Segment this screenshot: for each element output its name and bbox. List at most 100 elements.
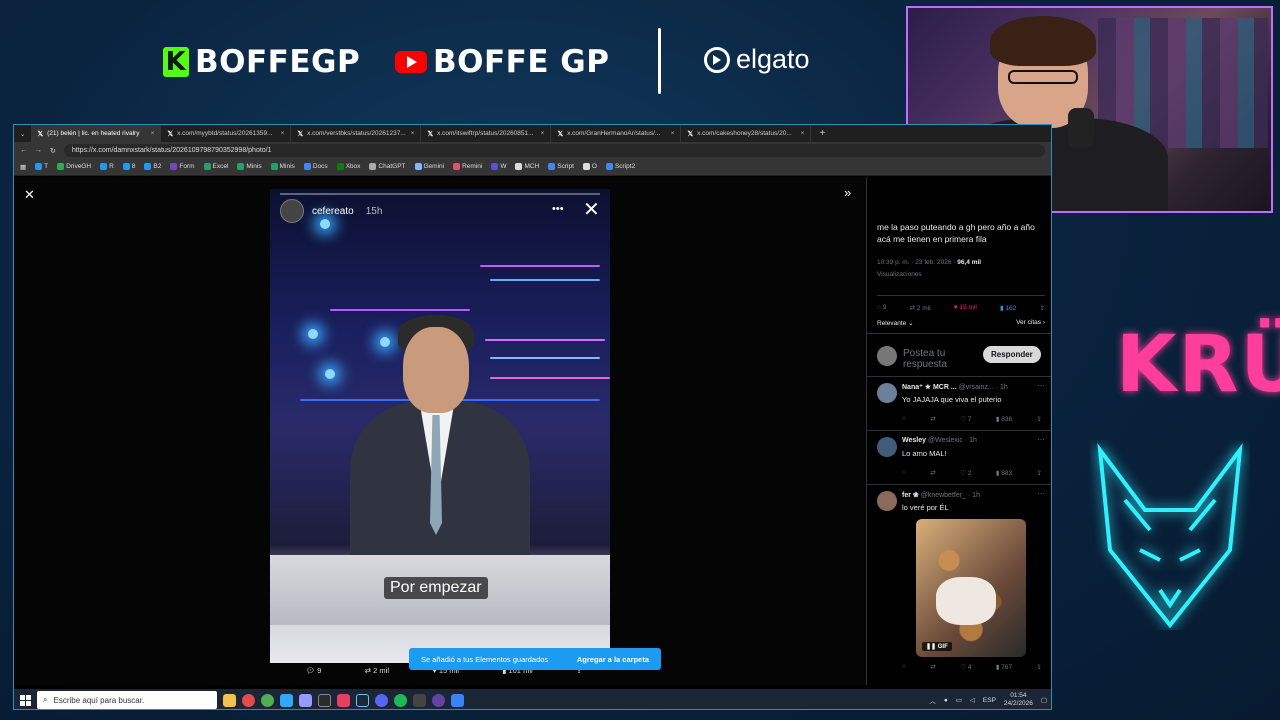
like-action[interactable]: ♡ 7	[960, 415, 971, 423]
close-icon[interactable]: ×	[411, 130, 415, 137]
close-viewer-icon[interactable]: ✕	[24, 187, 35, 203]
share-icon[interactable]: ⇪	[1037, 415, 1042, 423]
tab-3[interactable]: 𝕏x.com/itswiftrp/status/20260851... ×	[421, 125, 552, 142]
app-icon[interactable]	[318, 693, 331, 707]
avatar[interactable]	[877, 437, 897, 457]
share-icon[interactable]: ⇪	[1040, 304, 1045, 312]
like-count[interactable]: ♥ 15 mil	[954, 304, 977, 312]
reply-icon[interactable]: ○	[902, 663, 906, 671]
file-explorer-icon[interactable]	[223, 693, 236, 707]
forward-icon[interactable]: →	[35, 147, 42, 154]
bookmark-item[interactable]: Script	[548, 163, 574, 171]
discord-icon[interactable]	[375, 693, 388, 707]
bookmark-item[interactable]: Xbox	[336, 163, 360, 171]
share-icon[interactable]: ⇪	[1037, 663, 1042, 671]
bookmark-item[interactable]: Excel	[203, 163, 228, 171]
microphone-icon[interactable]: ●	[944, 697, 948, 704]
recorder-app-icon[interactable]	[242, 693, 255, 707]
bookmark-item[interactable]: R	[100, 163, 114, 171]
more-options-icon[interactable]: ···	[1037, 435, 1045, 444]
bookmark-item[interactable]: O	[582, 163, 597, 171]
reply-item[interactable]: Wesley @Weslexic · 1h ··· Lo amo MAL! ○ …	[867, 431, 1051, 485]
view-quotes-link[interactable]: Ver citas ›	[1016, 319, 1045, 327]
reply-input[interactable]: Postea tu respuesta	[903, 348, 963, 370]
bookmark-item[interactable]: Script2	[605, 163, 635, 171]
apps-grid-icon[interactable]: ▦	[20, 163, 26, 171]
close-icon[interactable]: ×	[671, 130, 675, 137]
avatar[interactable]	[280, 199, 304, 223]
share-icon[interactable]: ⇪	[1037, 469, 1042, 477]
taskbar-search-input[interactable]: ⌕ Escribe aquí para buscar.	[37, 691, 217, 709]
bookmark-item[interactable]: 8	[122, 163, 135, 171]
sort-dropdown[interactable]: Relevante ⌄	[877, 319, 914, 327]
back-icon[interactable]: ←	[20, 147, 27, 154]
repost-action[interactable]: ⇄ 2 mil	[365, 666, 389, 675]
reply-count[interactable]: ○ 9	[877, 304, 886, 312]
app-icon[interactable]	[413, 693, 426, 707]
reply-button[interactable]: Responder	[983, 346, 1041, 363]
obs-icon[interactable]	[432, 693, 445, 707]
avatar[interactable]	[877, 491, 897, 511]
volume-icon[interactable]: ◁	[970, 696, 975, 704]
spotify-icon[interactable]	[394, 693, 407, 707]
views-action[interactable]: ▮ 883	[996, 469, 1012, 477]
repost-icon[interactable]: ⇄	[930, 663, 935, 671]
repost-count[interactable]: ⇄ 2 mil	[910, 304, 931, 312]
notification-icon[interactable]: ▢	[1041, 696, 1047, 704]
reply-action[interactable]: 💬︎ 9	[306, 666, 322, 675]
language-indicator[interactable]: ESP	[983, 697, 996, 704]
more-options-icon[interactable]: ···	[1037, 489, 1045, 498]
tab-0[interactable]: 𝕏 (21) belén | lic. en heated rivalry ×	[31, 125, 162, 142]
bookmark-item[interactable]: Form	[170, 163, 195, 171]
views-action[interactable]: ▮ 836	[996, 415, 1012, 423]
close-icon[interactable]: ×	[801, 130, 805, 137]
bookmark-item[interactable]: T	[35, 163, 48, 171]
bookmark-item[interactable]: B2	[144, 163, 161, 171]
reply-item[interactable]: Nana⁺ ★ MCR ... @vrsainz... · 1h ··· Yo …	[867, 377, 1051, 431]
tab-5[interactable]: 𝕏x.com/cakeshoney28/status/20... ×	[681, 125, 812, 142]
bookmark-item[interactable]: DriveGH	[57, 163, 91, 171]
app-icon[interactable]	[451, 693, 464, 707]
close-icon[interactable]: ✕	[583, 197, 600, 222]
tab-menu-icon[interactable]: ⌄	[14, 130, 31, 138]
bookmark-item[interactable]: MCH	[515, 163, 539, 171]
reload-icon[interactable]: ↻	[50, 147, 56, 155]
add-to-folder-button[interactable]: Agregar a la carpeta	[577, 655, 649, 664]
avatar[interactable]	[877, 383, 897, 403]
close-icon[interactable]: ×	[151, 130, 155, 137]
windows-start-icon[interactable]	[20, 694, 31, 706]
new-tab-button[interactable]: +	[811, 128, 833, 139]
url-field[interactable]: https://x.com/damnxstark/status/20261097…	[63, 144, 1045, 157]
views-action[interactable]: ▮ 767	[996, 663, 1012, 671]
reply-item[interactable]: fer ❀ @knewbetfer_ · 1h ··· lo veré por …	[867, 485, 1051, 685]
more-options-icon[interactable]: ···	[1037, 381, 1045, 390]
bookmark-item[interactable]: Minis	[237, 163, 262, 171]
chrome-icon[interactable]	[261, 693, 274, 707]
bookmark-item[interactable]: W	[491, 163, 506, 171]
reply-icon[interactable]: ○	[902, 415, 906, 423]
network-icon[interactable]: ▭	[956, 696, 962, 704]
tab-2[interactable]: 𝕏x.com/verstbks/status/20261237... ×	[291, 125, 422, 142]
story-username[interactable]: cefereato	[312, 206, 354, 217]
chevron-up-icon[interactable]: ︿	[929, 695, 936, 705]
app-icon[interactable]	[337, 693, 350, 707]
bookmark-item[interactable]: Remini	[453, 163, 482, 171]
reply-gif[interactable]: ❚❚ GIF	[916, 519, 1026, 657]
reply-icon[interactable]: ○	[902, 469, 906, 477]
tab-1[interactable]: 𝕏x.com/myybtd/status/20261359... ×	[161, 125, 292, 142]
close-icon[interactable]: ×	[281, 130, 285, 137]
premiere-icon[interactable]	[299, 693, 312, 707]
tab-4[interactable]: 𝕏x.com/GranHermanoAr/status/... ×	[551, 125, 682, 142]
bookmark-item[interactable]: Docs	[303, 163, 328, 171]
repost-icon[interactable]: ⇄	[930, 415, 935, 423]
like-action[interactable]: ♡ 4	[960, 663, 971, 671]
like-action[interactable]: ♡ 2	[960, 469, 971, 477]
clock[interactable]: 01:54 24/2/2026	[1004, 692, 1033, 708]
bookmark-item[interactable]: Gemini	[414, 163, 444, 171]
more-options-icon[interactable]: •••	[552, 203, 564, 215]
bookmark-item[interactable]: Minis	[270, 163, 295, 171]
steam-icon[interactable]	[356, 693, 369, 707]
repost-icon[interactable]: ⇄	[930, 469, 935, 477]
bookmark-item[interactable]: ChatGPT	[369, 163, 406, 171]
close-icon[interactable]: ×	[541, 130, 545, 137]
